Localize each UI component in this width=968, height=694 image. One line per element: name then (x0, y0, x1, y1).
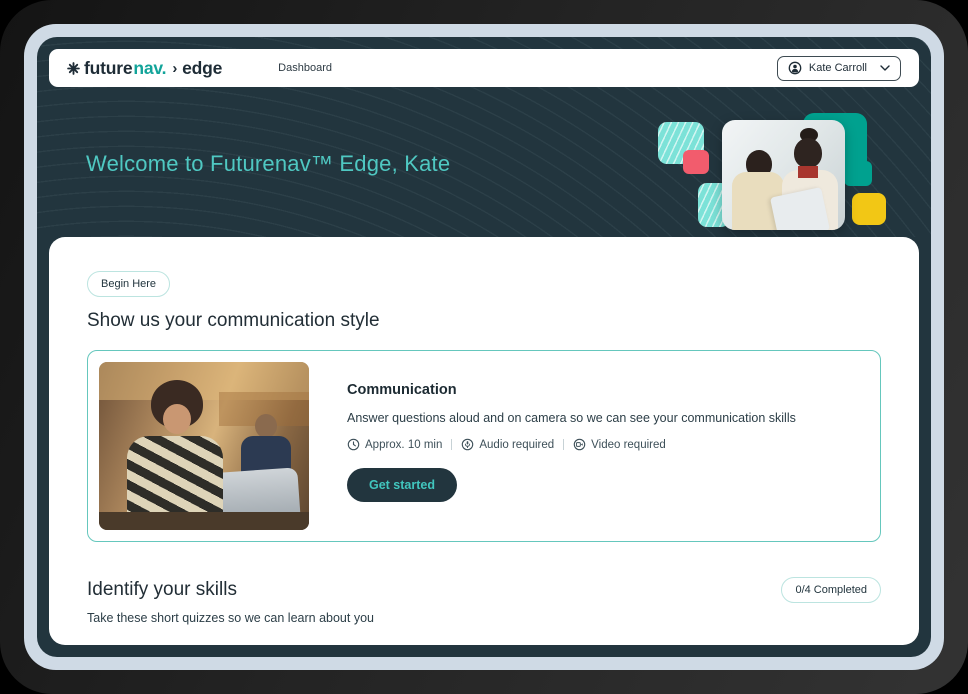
skills-header-row: Identify your skills 0/4 Completed (87, 577, 881, 603)
chevron-down-icon (880, 65, 890, 71)
communication-card-description: Answer questions aloud and on camera so … (347, 411, 796, 425)
meta-audio-label: Audio required (479, 439, 554, 451)
skills-section-heading: Identify your skills (87, 579, 237, 601)
pink-square (683, 150, 709, 174)
communication-card-body: Communication Answer questions aloud and… (347, 362, 796, 530)
meta-divider (451, 439, 452, 450)
asterisk-icon (67, 62, 80, 75)
logo-separator: › (172, 60, 177, 77)
user-icon (788, 61, 802, 75)
top-navbar: futurenav. › edge Dashboard Kate Carroll (49, 49, 919, 87)
communication-section-heading: Show us your communication style (87, 310, 881, 332)
communication-card-title: Communication (347, 382, 796, 398)
hero-art-cluster (49, 87, 919, 237)
meta-video-label: Video required (591, 439, 666, 451)
dashboard-content-panel: Begin Here Show us your communication st… (49, 237, 919, 645)
communication-meta-row: Approx. 10 min Audio required (347, 438, 796, 451)
logo-part-edge: edge (182, 58, 222, 79)
logo-part-nav: nav. (133, 58, 166, 79)
yellow-square (852, 193, 886, 225)
audio-icon (461, 438, 474, 451)
clock-icon (347, 438, 360, 451)
meta-duration-label: Approx. 10 min (365, 439, 442, 451)
begin-here-badge: Begin Here (87, 271, 170, 297)
meta-divider (563, 439, 564, 450)
meta-audio: Audio required (461, 438, 554, 451)
skills-subtitle: Take these short quizzes so we can learn… (87, 611, 881, 625)
logo-part-future: future (84, 58, 132, 79)
progress-badge: 0/4 Completed (781, 577, 881, 603)
communication-card: Communication Answer questions aloud and… (87, 350, 881, 542)
meta-duration: Approx. 10 min (347, 438, 442, 451)
hero-photo (722, 120, 845, 230)
teal-square-small (844, 161, 872, 186)
app-window: futurenav. › edge Dashboard Kate Carroll W… (37, 37, 931, 657)
nav-link-dashboard[interactable]: Dashboard (278, 62, 332, 74)
futurenav-edge-logo[interactable]: futurenav. › edge (67, 58, 222, 79)
communication-photo (99, 362, 309, 530)
hero-banner: Welcome to Futurenav™ Edge, Kate (49, 87, 919, 237)
get-started-button[interactable]: Get started (347, 468, 457, 502)
meta-video: Video required (573, 438, 666, 451)
user-menu-dropdown[interactable]: Kate Carroll (777, 56, 901, 81)
video-icon (573, 438, 586, 451)
user-menu-label: Kate Carroll (809, 62, 867, 74)
